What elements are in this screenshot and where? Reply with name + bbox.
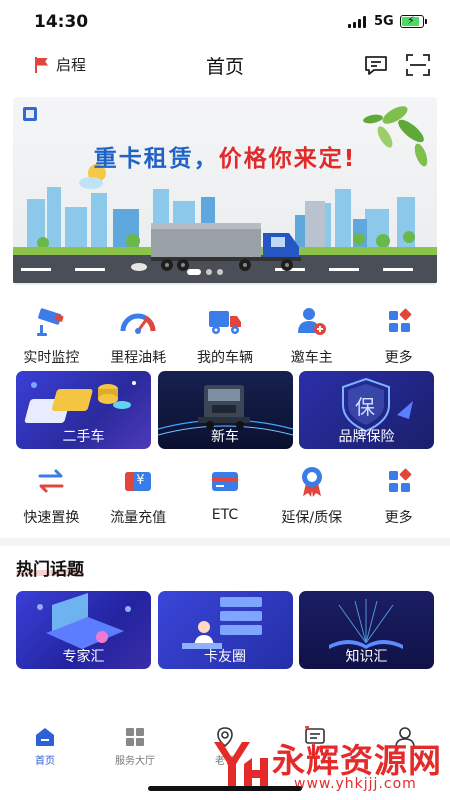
promo-banner[interactable]: 重卡租赁，价格你来定!	[13, 97, 437, 285]
tab-label: 首页	[35, 756, 55, 767]
quick-item-my-vehicles[interactable]: 我的车辆	[182, 305, 268, 367]
card-label: 新车	[211, 429, 239, 445]
card-label: 知识汇	[345, 649, 388, 665]
quick-item-data-recharge[interactable]: ¥ 流量充值	[95, 465, 181, 527]
recharge-icon: ¥	[120, 465, 156, 499]
location-label: 启程	[56, 56, 87, 74]
quick-item-label: 里程油耗	[110, 350, 167, 366]
watermark-url: www.yhkjjj.com	[294, 776, 417, 792]
tab-service-hall[interactable]: 服务大厅	[95, 712, 175, 772]
network-type: 5G	[374, 14, 394, 29]
signal-icon	[348, 16, 368, 28]
battery-icon: ⚡	[400, 14, 427, 28]
status-bar: 14:30 5G ⚡	[0, 0, 450, 44]
section-title-hot-topics: 热门话题	[16, 560, 84, 580]
quick-item-invite-owner[interactable]: 邀车主	[269, 305, 355, 367]
card-knowledge-hub[interactable]: 知识汇	[299, 591, 434, 669]
card-label: 专家汇	[62, 649, 105, 665]
gauge-icon	[120, 313, 156, 334]
quick-item-label: 我的车辆	[196, 350, 253, 366]
truck-icon	[208, 311, 241, 334]
card-new-trucks[interactable]: 新车	[157, 371, 293, 449]
quick-item-label: 流量充值	[110, 510, 167, 526]
tab-label: 服务大厅	[115, 756, 155, 767]
quick-actions-row-2: 快速置换 ¥ 流量充值 ETC 延保/质保 更多	[0, 465, 450, 527]
banner-headline: 重卡租赁，价格你来定!	[13, 139, 437, 173]
home-icon	[36, 728, 54, 746]
card-expert-hub[interactable]: 专家汇	[16, 591, 151, 669]
quick-item-more[interactable]: 更多	[356, 465, 442, 527]
card-brand-insurance[interactable]: 保 品牌保险	[299, 371, 434, 449]
location-selector[interactable]: 启程	[34, 54, 86, 75]
quick-item-label: 更多	[384, 510, 413, 526]
flag-icon	[34, 56, 50, 73]
status-time: 14:30	[34, 12, 89, 32]
quick-actions-row-1: 实时监控 里程油耗 我的车辆 邀车主 更多	[0, 305, 450, 367]
grid-icon	[388, 308, 411, 332]
swap-icon	[38, 469, 64, 493]
card-label: 卡友圈	[204, 649, 246, 665]
watermark-text: 永辉资源网	[272, 741, 442, 780]
card-label: 二手车	[62, 429, 105, 445]
banner-pager	[187, 269, 223, 275]
home-indicator	[148, 786, 302, 791]
quick-item-more[interactable]: 更多	[356, 305, 442, 367]
card-icon	[211, 472, 238, 491]
banner-illustration	[13, 106, 437, 283]
banner-headline-right: 价格你来定!	[218, 146, 357, 172]
scan-icon[interactable]	[406, 54, 430, 76]
section-divider	[0, 538, 450, 546]
quick-item-label: 快速置换	[23, 510, 80, 526]
quick-item-mileage[interactable]: 里程油耗	[95, 305, 181, 367]
invite-user-icon	[297, 308, 326, 335]
quick-item-label: 更多	[384, 350, 413, 366]
quick-item-label: 邀车主	[290, 350, 333, 366]
insurance-badge: 保	[355, 395, 375, 419]
card-trucker-circle[interactable]: 卡友圈	[157, 591, 293, 669]
message-icon[interactable]	[364, 55, 388, 75]
quick-item-monitor[interactable]: 实时监控	[8, 305, 94, 367]
quick-item-exchange[interactable]: 快速置换	[8, 465, 94, 527]
header: 启程 首页	[0, 44, 450, 88]
tab-home[interactable]: 首页	[5, 712, 85, 772]
quick-item-warranty[interactable]: 延保/质保	[269, 465, 355, 527]
quick-item-label: 实时监控	[23, 350, 80, 366]
currency-symbol: ¥	[136, 473, 145, 488]
camera-icon	[37, 308, 64, 336]
banner-headline-left: 重卡租赁，	[93, 146, 219, 172]
grid-icon	[126, 728, 144, 746]
quick-item-label: 延保/质保	[281, 510, 343, 526]
ribbon-icon	[301, 467, 322, 497]
quick-item-etc[interactable]: ETC	[182, 465, 268, 527]
feature-cards-row: 二手车 新车 保 品牌保险	[16, 371, 434, 449]
card-label: 品牌保险	[338, 429, 395, 445]
card-used-trucks[interactable]: 二手车	[16, 371, 151, 449]
quick-item-label: ETC	[211, 507, 239, 523]
topic-cards-row: 专家汇 卡友圈 知识汇	[16, 591, 434, 669]
grid-icon	[388, 468, 411, 492]
